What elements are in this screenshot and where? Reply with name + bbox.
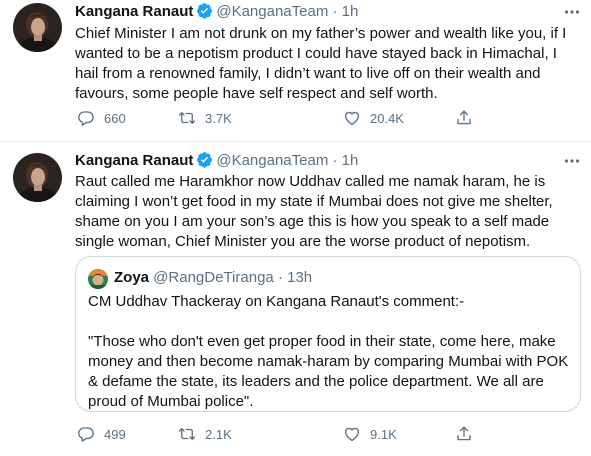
display-name[interactable]: Kangana Ranaut [75, 152, 193, 169]
display-name[interactable]: Kangana Ranaut [75, 3, 193, 20]
more-dots-icon[interactable] [564, 4, 580, 20]
quoted-handle[interactable]: @RangDeTiranga [153, 269, 274, 286]
tweet-2[interactable]: Kangana Ranaut @KanganaTeam · 1h Raut cal… [0, 142, 591, 456]
quoted-header: Zoya @RangDeTiranga · 13h [114, 268, 312, 288]
retweet-count: 2.1K [205, 427, 232, 442]
quoted-timestamp[interactable]: 13h [287, 269, 312, 286]
reply-bubble-icon [78, 427, 94, 442]
retweet-arrows-icon [178, 428, 196, 440]
share-button[interactable] [455, 425, 482, 445]
tweet-header: Kangana Ranaut @KanganaTeam · 1h [75, 2, 358, 22]
reply-bubble-icon [78, 111, 94, 126]
avatar[interactable] [13, 3, 62, 52]
separator-dot: · [277, 269, 283, 286]
quoted-text: CM Uddhav Thackeray on Kangana Ranaut's … [88, 292, 572, 412]
like-count: 9.1K [370, 427, 397, 442]
retweet-count: 3.7K [205, 111, 232, 126]
quoted-avatar[interactable] [88, 269, 108, 289]
verified-badge-icon [196, 151, 213, 168]
like-count: 20.4K [370, 111, 404, 126]
reply-count: 499 [104, 427, 126, 442]
tweet-header: Kangana Ranaut @KanganaTeam · 1h [75, 151, 358, 171]
quoted-avatar-image [88, 269, 108, 289]
reply-count: 660 [104, 111, 126, 126]
action-bar: 660 3.7K 20.4K [75, 109, 495, 129]
handle[interactable]: @KanganaTeam [216, 152, 328, 169]
retweet-arrows-icon [178, 112, 196, 124]
retweet-button[interactable]: 2.1K [178, 425, 232, 445]
reply-button[interactable]: 660 [77, 109, 126, 129]
share-upload-icon [457, 110, 471, 125]
avatar-image [13, 3, 62, 52]
separator-dot: · [332, 152, 338, 169]
heart-outline-icon [344, 111, 360, 126]
avatar[interactable] [13, 153, 62, 202]
quoted-display-name[interactable]: Zoya [114, 269, 149, 286]
handle[interactable]: @KanganaTeam [216, 3, 328, 20]
like-button[interactable]: 9.1K [343, 425, 397, 445]
action-bar: 499 2.1K 9.1K [75, 425, 495, 445]
tweet-text: Raut called me Haramkhor now Uddhav call… [75, 173, 553, 250]
quoted-text-line-1: CM Uddhav Thackeray on Kangana Ranaut's … [88, 293, 465, 310]
timestamp[interactable]: 1h [342, 3, 359, 20]
tweet-text: Chief Minister I am not drunk on my fath… [75, 25, 567, 102]
timestamp[interactable]: 1h [342, 152, 359, 169]
heart-outline-icon [344, 427, 360, 442]
tweet-1[interactable]: Kangana Ranaut @KanganaTeam · 1h Chief Mi… [0, 0, 591, 141]
like-button[interactable]: 20.4K [343, 109, 404, 129]
more-dots-icon[interactable] [564, 153, 580, 169]
share-upload-icon [457, 426, 471, 441]
reply-button[interactable]: 499 [77, 425, 126, 445]
separator-dot: · [332, 3, 338, 20]
share-button[interactable] [455, 109, 482, 129]
quoted-tweet[interactable]: Zoya @RangDeTiranga · 13h CM Uddhav Thac… [75, 256, 581, 412]
verified-badge-icon [196, 2, 213, 19]
quoted-text-line-2: "Those who don't even get proper food in… [88, 333, 569, 410]
retweet-button[interactable]: 3.7K [178, 109, 232, 129]
avatar-image [13, 153, 62, 202]
